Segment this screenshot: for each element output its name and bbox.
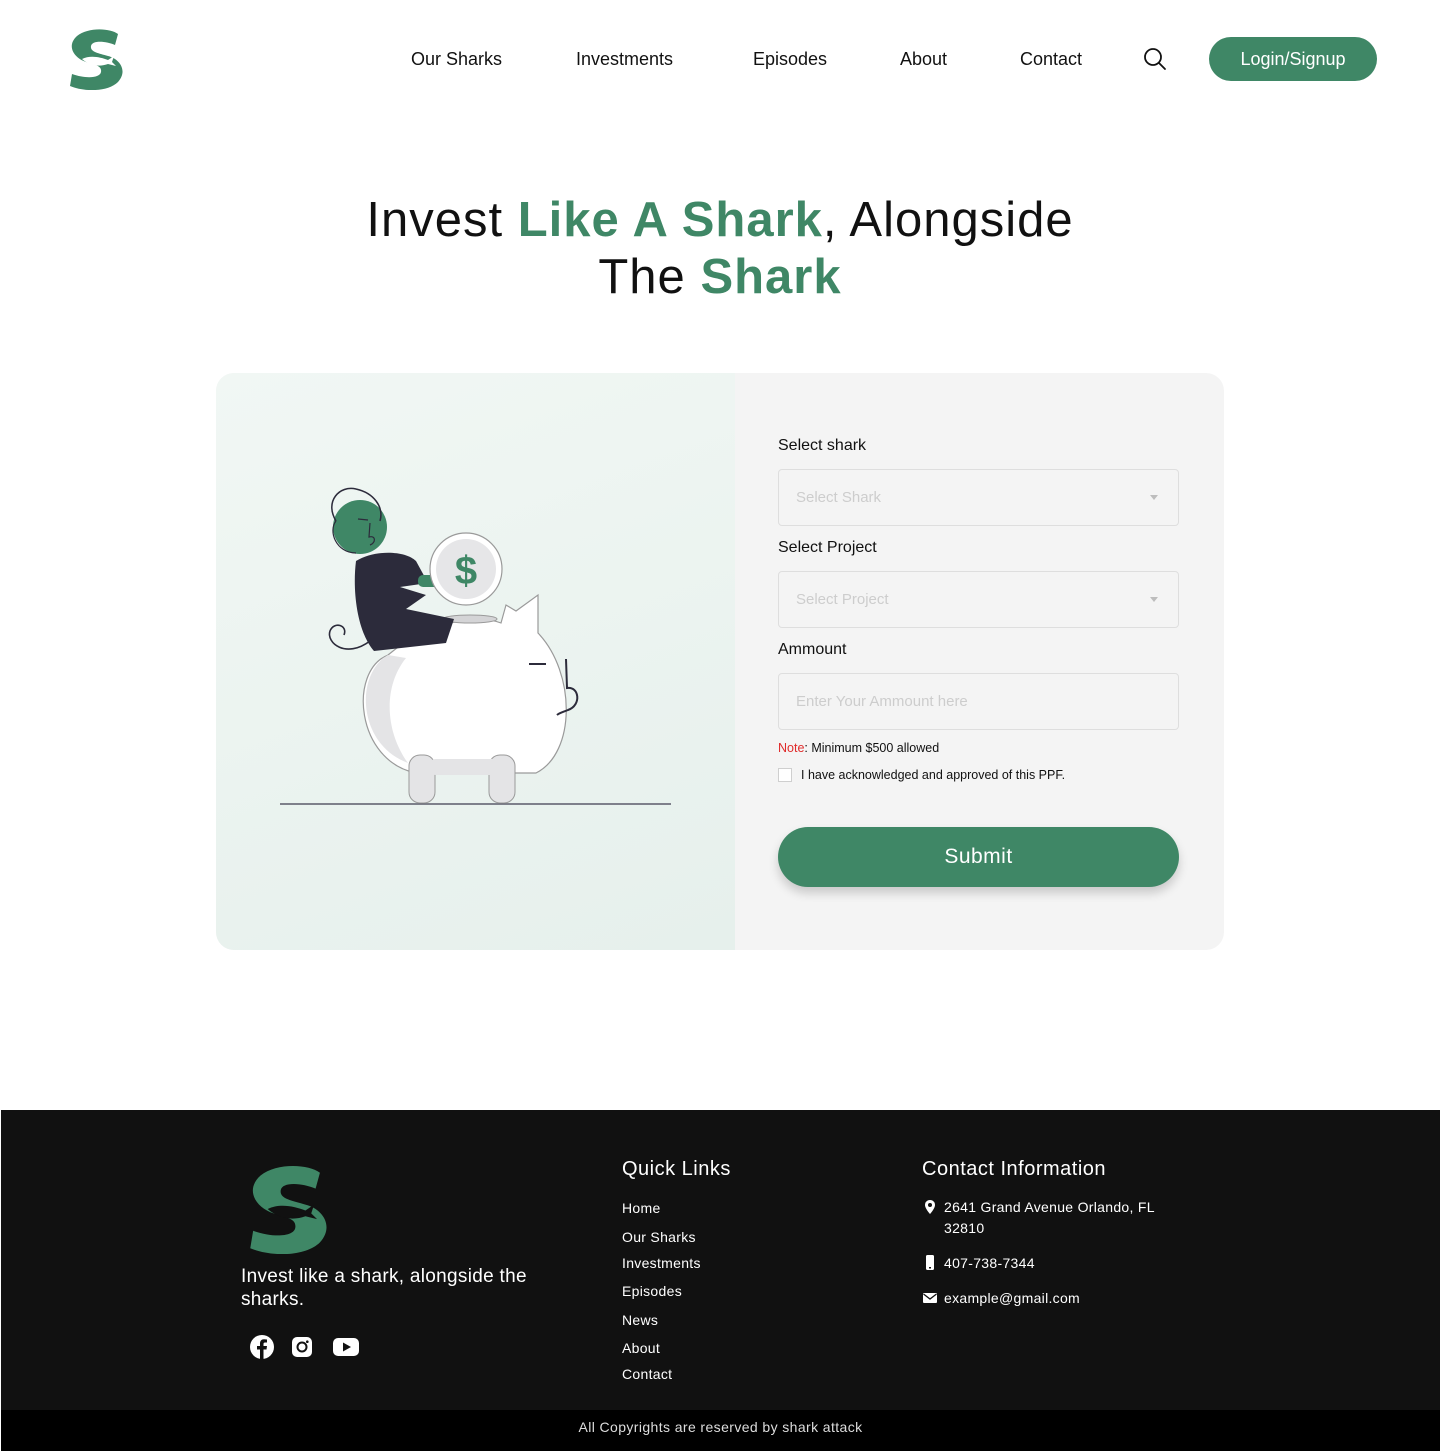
footer-link-home[interactable]: Home — [622, 1200, 661, 1216]
nav-investments[interactable]: Investments — [576, 47, 673, 71]
location-pin-icon — [925, 1200, 935, 1214]
footer-link-about[interactable]: About — [622, 1340, 660, 1356]
contact-info-title: Contact Information — [922, 1158, 1107, 1180]
instagram-icon[interactable] — [289, 1334, 315, 1360]
amount-input[interactable] — [779, 674, 1178, 729]
hero-text: Invest — [366, 193, 518, 247]
footer-link-news[interactable]: News — [622, 1312, 658, 1328]
copyright-bar: All Copyrights are reserved by shark att… — [1, 1410, 1440, 1451]
hero-heading: Invest Like A Shark, Alongside The Shark — [0, 192, 1440, 306]
hero-line-2: The Shark — [0, 249, 1440, 306]
select-shark-dropdown[interactable]: Select Shark — [778, 469, 1179, 526]
select-project-label: Select Project — [778, 539, 877, 556]
hero-line-1: Invest Like A Shark, Alongside — [0, 192, 1440, 249]
footer-link-our-sharks[interactable]: Our Sharks — [622, 1229, 696, 1245]
amount-field-wrapper — [778, 673, 1179, 730]
hero-highlight: Like A Shark — [517, 193, 823, 247]
investment-card: $ Select shark Select Shark Select Proje… — [216, 373, 1224, 950]
footer-tagline: Invest like a shark, alongside the shark… — [241, 1266, 527, 1310]
nav-episodes[interactable]: Episodes — [753, 47, 827, 71]
hero-text: The — [598, 250, 701, 304]
email-icon — [923, 1293, 937, 1303]
youtube-icon[interactable] — [331, 1334, 361, 1360]
amount-label: Ammount — [778, 641, 847, 658]
minimum-note: Note: Minimum $500 allowed — [778, 741, 939, 755]
hero-highlight: Shark — [700, 250, 842, 304]
shark-logo-icon[interactable] — [247, 1164, 329, 1254]
facebook-icon[interactable] — [249, 1334, 275, 1360]
footer-link-episodes[interactable]: Episodes — [622, 1283, 682, 1299]
note-text: : Minimum $500 allowed — [804, 741, 940, 755]
email-text[interactable]: example@gmail.com — [944, 1288, 1184, 1309]
investment-form: Select shark Select Shark Select Project… — [735, 373, 1224, 950]
chevron-down-icon — [1150, 495, 1158, 500]
acknowledge-row: I have acknowledged and approved of this… — [778, 768, 1065, 782]
svg-text:$: $ — [455, 549, 477, 593]
submit-button[interactable]: Submit — [778, 827, 1179, 887]
nav-contact[interactable]: Contact — [1020, 47, 1082, 71]
login-signup-button[interactable]: Login/Signup — [1209, 37, 1377, 81]
piggy-bank-illustration: $ — [280, 487, 671, 805]
site-footer: Invest like a shark, alongside the shark… — [1, 1110, 1440, 1410]
phone-icon — [926, 1255, 934, 1270]
quick-links-title: Quick Links — [622, 1158, 731, 1180]
select-project-dropdown[interactable]: Select Project — [778, 571, 1179, 628]
acknowledge-checkbox[interactable] — [778, 768, 792, 782]
address-text: 2641 Grand Avenue Orlando, FL 32810 — [944, 1199, 1155, 1236]
nav-about[interactable]: About — [900, 47, 947, 71]
acknowledge-text: I have acknowledged and approved of this… — [801, 768, 1066, 782]
phone-text[interactable]: 407-738-7344 — [944, 1253, 1184, 1274]
illustration-panel: $ — [216, 373, 735, 950]
chevron-down-icon — [1150, 597, 1158, 602]
note-prefix: Note — [778, 741, 805, 755]
select-project-placeholder: Select Project — [796, 591, 889, 608]
shark-logo-icon[interactable] — [68, 28, 124, 90]
footer-link-investments[interactable]: Investments — [622, 1255, 701, 1271]
select-shark-placeholder: Select Shark — [796, 489, 882, 506]
site-header: Our Sharks Investments Episodes About Co… — [0, 0, 1440, 118]
select-shark-label: Select shark — [778, 437, 867, 454]
footer-link-contact[interactable]: Contact — [622, 1366, 672, 1382]
search-icon[interactable] — [1143, 47, 1167, 71]
nav-our-sharks[interactable]: Our Sharks — [411, 47, 502, 71]
hero-text: , Alongside — [822, 193, 1074, 247]
